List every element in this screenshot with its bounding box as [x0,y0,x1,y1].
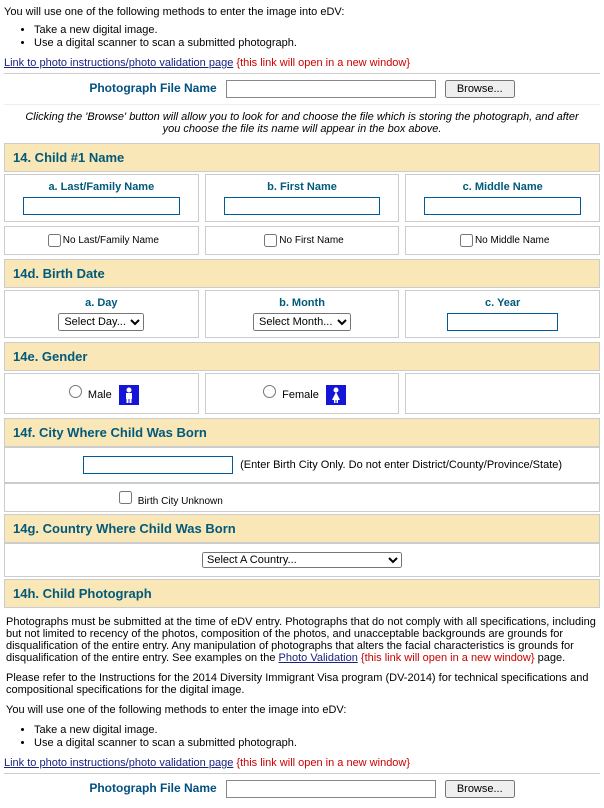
photo-file-input[interactable] [226,80,436,98]
method-list-2: Take a new digital image. Use a digital … [4,724,600,749]
last-name-input[interactable] [23,197,180,215]
day-label: a. Day [9,297,194,309]
photo-file-input-2[interactable] [226,780,436,798]
male-radio[interactable] [69,385,82,398]
new-window-note: {this link will open in a new window} [236,57,410,69]
no-middle-name-checkbox[interactable] [460,234,473,247]
country-select[interactable]: Select A Country... [202,552,402,568]
photo-instructions-link-2[interactable]: Link to photo instructions/photo validat… [4,757,233,769]
day-cell: a. Day Select Day... [4,290,199,338]
no-last-name-label: No Last/Family Name [63,235,159,246]
year-input[interactable] [447,313,558,331]
methods-intro-2: You will use one of the following method… [6,704,598,716]
birth-city-help: (Enter Birth City Only. Do not enter Dis… [240,459,562,471]
section-14e-header: 14e. Gender [4,342,600,371]
list-item: Use a digital scanner to scan a submitte… [34,37,600,49]
year-label: c. Year [410,297,595,309]
female-icon [326,385,346,405]
browse-button[interactable]: Browse... [445,80,515,98]
photo-link-line-2: Link to photo instructions/photo validat… [4,757,600,769]
intro-text: You will use one of the following method… [4,6,600,18]
photo-spec-paragraph: Photographs must be submitted at the tim… [6,616,598,664]
dv-instructions-paragraph: Please refer to the Instructions for the… [6,672,598,696]
female-radio[interactable] [263,385,276,398]
male-label: Male [88,389,112,401]
section-14-header: 14. Child #1 Name [4,143,600,172]
middle-name-input[interactable] [424,197,581,215]
year-cell: c. Year [405,290,600,338]
new-window-note-2: {this link will open in a new window} [361,652,535,664]
middle-name-label: c. Middle Name [410,181,595,193]
method-list: Take a new digital image. Use a digital … [4,24,600,49]
city-unknown-label: Birth City Unknown [138,496,223,507]
photo-file-row: Photograph File Name Browse... [4,73,600,104]
month-select[interactable]: Select Month... [253,313,351,331]
photo-file-label: Photograph File Name [89,81,216,95]
first-name-label: b. First Name [210,181,395,193]
first-name-input[interactable] [224,197,381,215]
last-name-cell: a. Last/Family Name [4,174,199,222]
no-last-name-checkbox[interactable] [48,234,61,247]
birth-city-input[interactable] [83,456,233,474]
no-middle-name-label: No Middle Name [475,235,549,246]
male-icon [119,385,139,405]
no-first-name-checkbox[interactable] [264,234,277,247]
birth-city-row: (Enter Birth City Only. Do not enter Dis… [4,447,600,483]
section-14h-header: 14h. Child Photograph [4,579,600,608]
female-label: Female [282,389,319,401]
last-name-label: a. Last/Family Name [9,181,194,193]
list-item: Use a digital scanner to scan a submitte… [34,737,600,749]
section-14f-header: 14f. City Where Child Was Born [4,418,600,447]
list-item: Take a new digital image. [34,24,600,36]
first-name-cell: b. First Name [205,174,400,222]
month-cell: b. Month Select Month... [205,290,400,338]
country-row: Select A Country... [4,543,600,577]
photo-instructions-link[interactable]: Link to photo instructions/photo validat… [4,57,233,69]
middle-name-cell: c. Middle Name [405,174,600,222]
day-select[interactable]: Select Day... [58,313,144,331]
no-first-name-label: No First Name [279,235,343,246]
photo-link-line: Link to photo instructions/photo validat… [4,57,600,69]
photo-validation-link[interactable]: Photo Validation [279,652,358,664]
empty-cell [405,373,600,414]
browse-help-text: Clicking the 'Browse' button will allow … [4,104,600,141]
browse-button-2[interactable]: Browse... [445,780,515,798]
photo-file-row-2: Photograph File Name Browse... [4,773,600,804]
section-14g-header: 14g. Country Where Child Was Born [4,514,600,543]
photo-file-label-2: Photograph File Name [89,781,216,795]
month-label: b. Month [210,297,395,309]
new-window-note-3: {this link will open in a new window} [236,757,410,769]
city-unknown-checkbox[interactable] [119,491,132,504]
list-item: Take a new digital image. [34,724,600,736]
section-14d-header: 14d. Birth Date [4,259,600,288]
